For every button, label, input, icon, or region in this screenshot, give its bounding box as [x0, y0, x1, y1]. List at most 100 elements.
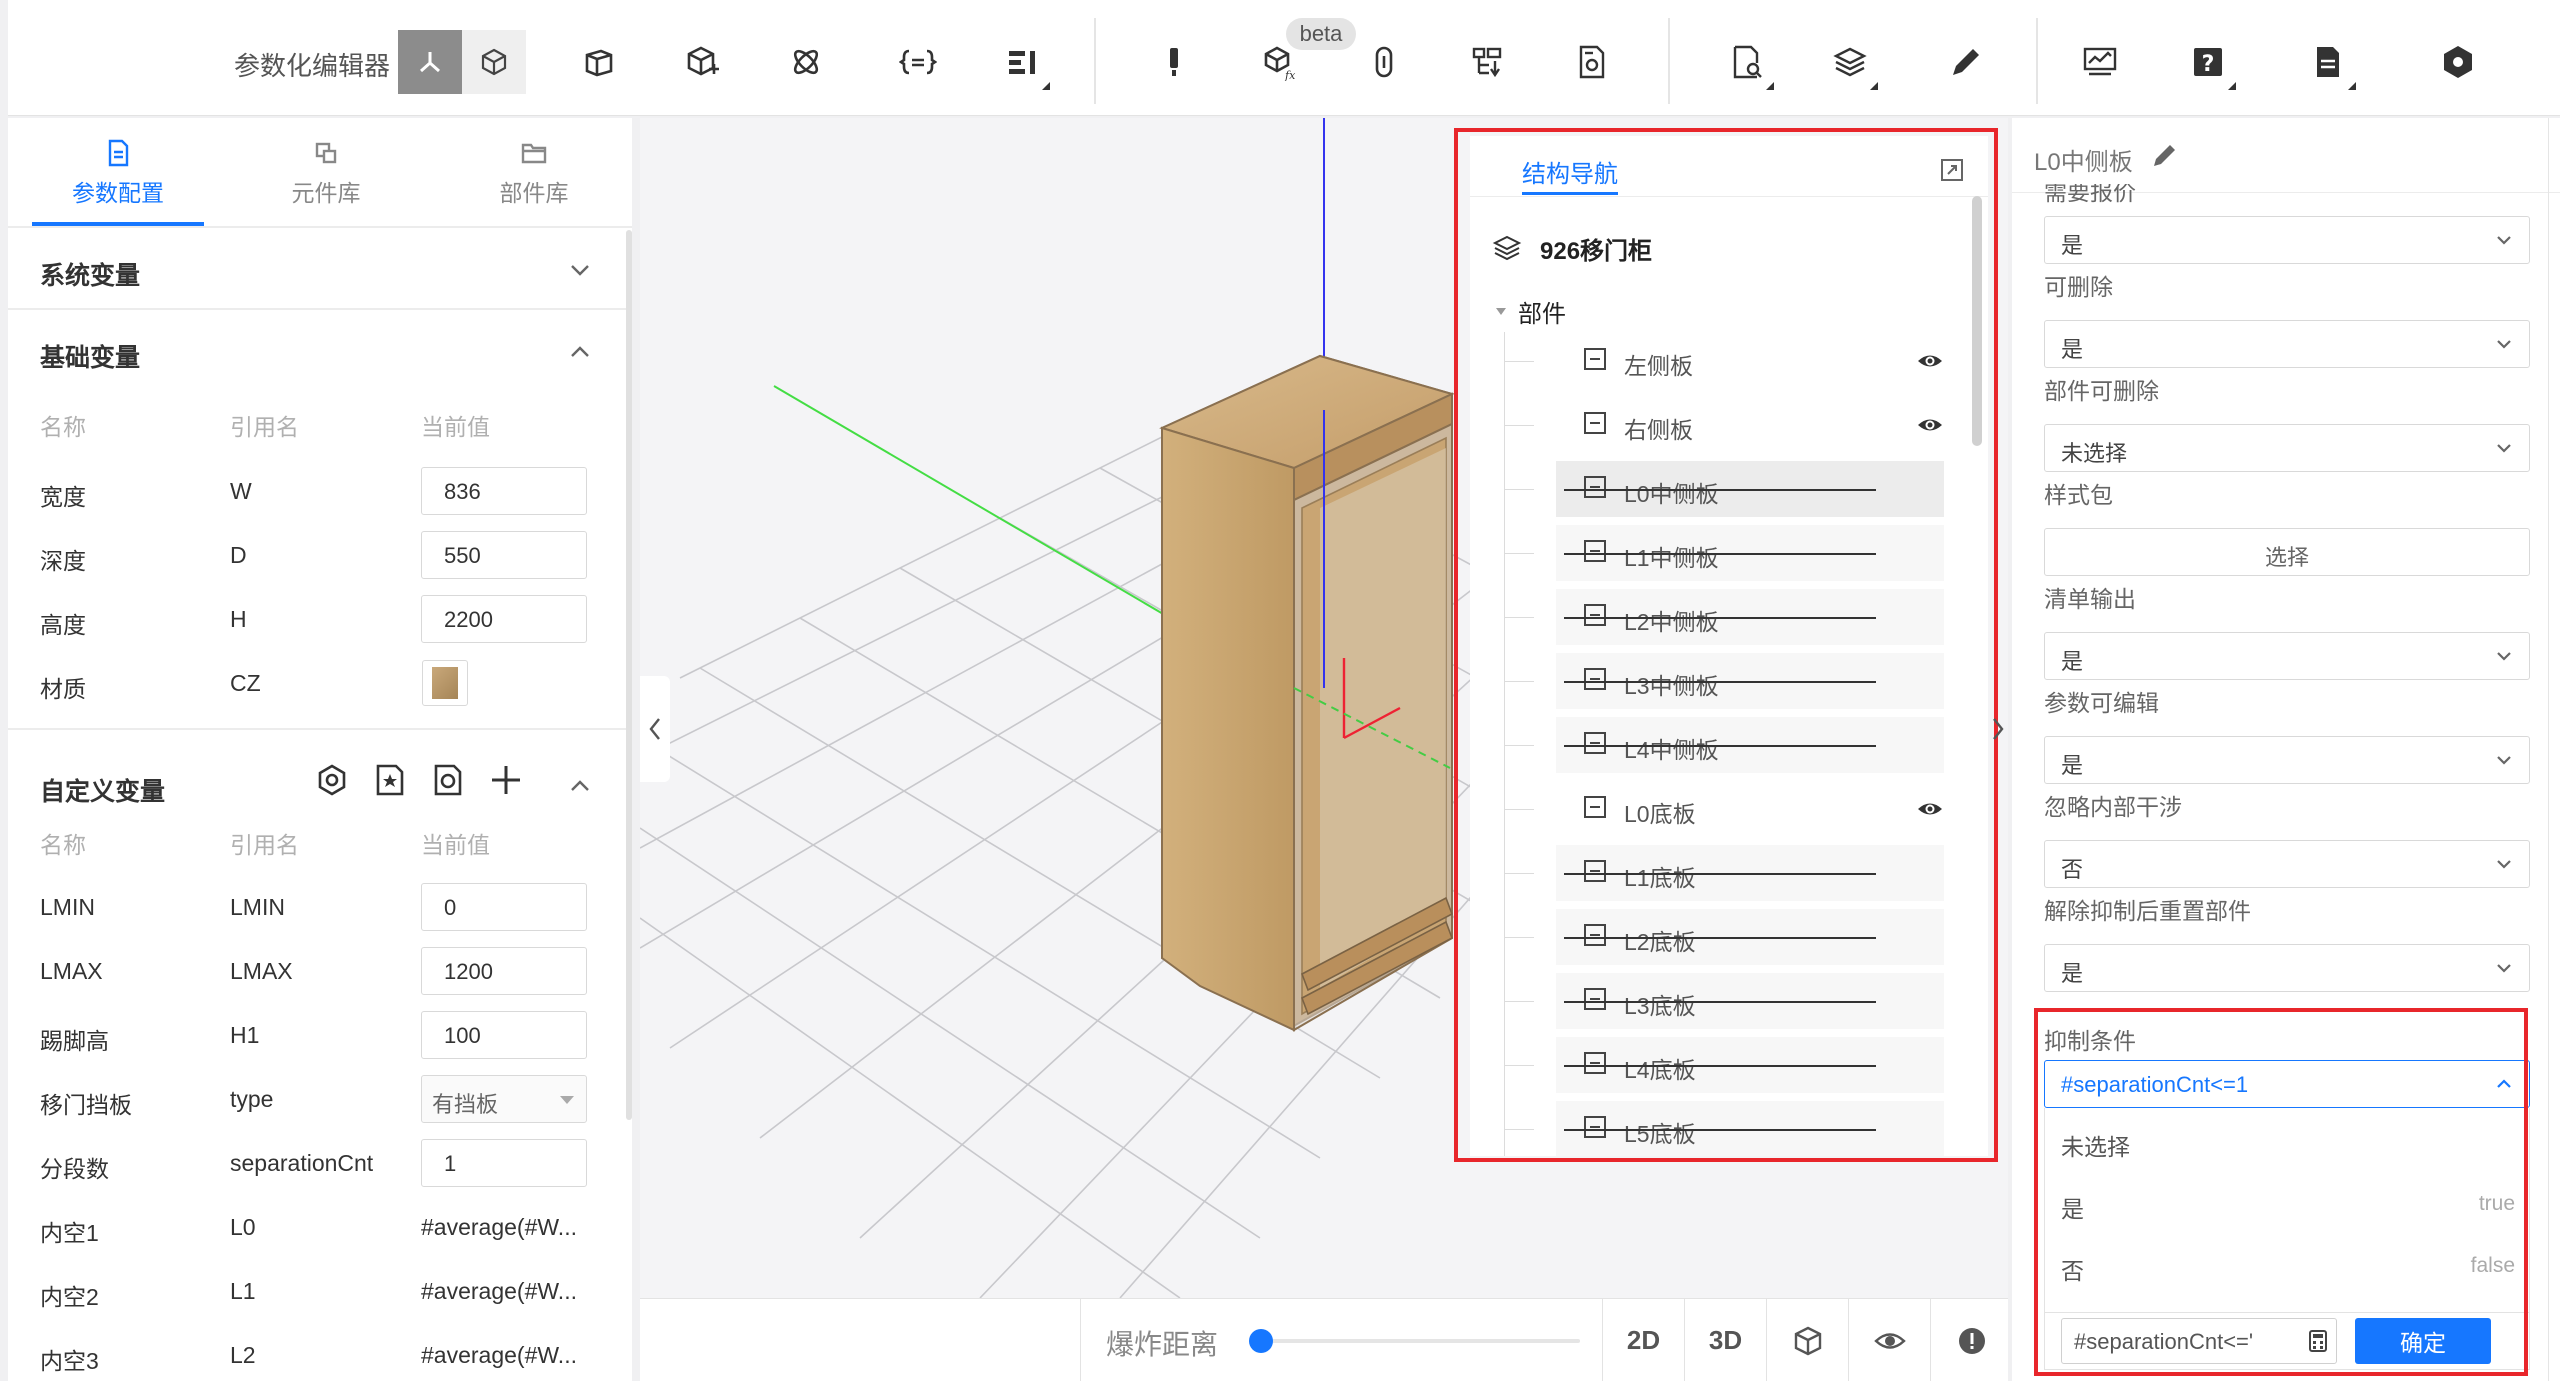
table-row: 内空1 L0 #average(#W...	[8, 1198, 632, 1258]
document-button[interactable]	[2296, 30, 2360, 94]
star-doc-icon[interactable]	[368, 758, 412, 802]
field-select[interactable]: 否	[2044, 840, 2530, 888]
axis-mode-icon	[420, 52, 440, 73]
collapse-left-button[interactable]	[640, 676, 670, 782]
tab-component-lib[interactable]: 元件库	[226, 138, 426, 218]
var-value[interactable]: #average(#W...	[421, 1214, 577, 1241]
caret-down-icon	[560, 1096, 574, 1104]
cube-view-button[interactable]	[1766, 1299, 1848, 1381]
link-button[interactable]	[1352, 30, 1416, 94]
cube-mode-button[interactable]	[462, 30, 526, 94]
explode-slider-track[interactable]	[1260, 1339, 1580, 1343]
var-name: 深度	[40, 548, 86, 574]
style-pack-button[interactable]: 选择	[2044, 528, 2530, 576]
chevron-up-icon[interactable]	[566, 772, 594, 800]
var-name: 内空3	[40, 1348, 99, 1374]
table-row: 踢脚高 H1 100	[8, 1006, 632, 1066]
field-select[interactable]: 未选择	[2044, 424, 2530, 472]
type-select[interactable]: 有挡板	[421, 1075, 587, 1123]
visibility-button[interactable]	[1848, 1299, 1930, 1381]
field-select[interactable]: 是	[2044, 736, 2530, 784]
cabinet-model[interactable]	[1159, 354, 1455, 1032]
left-scrollbar[interactable]	[626, 230, 632, 1120]
h1-input[interactable]: 100	[421, 1011, 587, 1059]
divider	[2548, 118, 2549, 1381]
part-title: L0中侧板	[2034, 149, 2133, 176]
link-icon	[1375, 46, 1393, 78]
target-icon[interactable]	[310, 758, 354, 802]
var-value[interactable]: #average(#W...	[421, 1278, 577, 1305]
view-2d-button[interactable]: 2D	[1602, 1299, 1684, 1381]
explode-slider-handle[interactable]	[1249, 1329, 1273, 1353]
highlight-frame	[2034, 1008, 2528, 1376]
var-ref: L2	[230, 1342, 256, 1368]
monitor-chart-icon	[2083, 47, 2117, 76]
select-value: 是	[2061, 337, 2084, 362]
layout-bars-button[interactable]	[990, 30, 1054, 94]
layout-bars-icon	[1009, 51, 1035, 74]
lmin-input[interactable]: 0	[421, 883, 587, 931]
height-input[interactable]: 2200	[421, 595, 587, 643]
axis-mode-button[interactable]	[398, 30, 462, 94]
width-input[interactable]: 836	[421, 467, 587, 515]
var-name: 宽度	[40, 484, 86, 510]
bracket-code-button[interactable]	[886, 30, 950, 94]
alert-button[interactable]	[1930, 1299, 2012, 1381]
chevron-down-icon	[2497, 340, 2511, 349]
var-ref: L1	[230, 1278, 256, 1304]
atom-button[interactable]	[774, 30, 838, 94]
tab-part-lib[interactable]: 部件库	[434, 138, 632, 218]
box-fx-button[interactable]: fx	[1248, 30, 1312, 94]
table-row: 高度 H 2200	[8, 590, 632, 650]
grid-tree-button[interactable]	[1456, 30, 1520, 94]
pencil-button[interactable]	[1934, 30, 1998, 94]
table-row: 分段数 separationCnt 1	[8, 1134, 632, 1194]
depth-input[interactable]: 550	[421, 531, 587, 579]
collapse-right-button[interactable]	[1984, 676, 2012, 782]
grid-tree-icon	[1472, 47, 1502, 78]
pin-button[interactable]	[1142, 30, 1206, 94]
help-icon: ?	[2194, 48, 2222, 77]
table-row: 内空3 L2 #average(#W...	[8, 1326, 632, 1381]
box-frame-button[interactable]	[566, 30, 630, 94]
chevron-right-icon	[1993, 718, 2004, 740]
field-select[interactable]: 是	[2044, 216, 2530, 264]
var-name: 材质	[40, 676, 86, 702]
field-select[interactable]: 是	[2044, 944, 2530, 992]
separation-cnt-input[interactable]: 1	[421, 1139, 587, 1187]
box-plus-button[interactable]	[670, 30, 734, 94]
box-fx-icon: fx	[1264, 46, 1296, 81]
pencil-icon[interactable]	[2150, 140, 2180, 170]
plus-icon[interactable]	[484, 758, 528, 802]
var-name: 分段数	[40, 1156, 109, 1182]
layers-button[interactable]	[1818, 30, 1882, 94]
section-title: 基础变量	[40, 344, 141, 372]
col-ref: 引用名	[230, 832, 299, 858]
doc-gear-button[interactable]	[1560, 30, 1624, 94]
svg-text:fx: fx	[1284, 69, 1296, 81]
material-swatch[interactable]	[422, 660, 468, 706]
cube-mode-icon	[481, 48, 507, 76]
hexagon-button[interactable]	[2426, 30, 2490, 94]
basic-vars-header[interactable]: 基础变量	[8, 312, 632, 392]
var-name: LMIN	[40, 894, 95, 920]
monitor-chart-button[interactable]	[2068, 30, 2132, 94]
help-button[interactable]: ?	[2176, 30, 2240, 94]
table-row: 深度 D 550	[8, 526, 632, 586]
lmax-input[interactable]: 1200	[421, 947, 587, 995]
tab-param-config[interactable]: 参数配置	[18, 138, 218, 218]
section-title: 自定义变量	[40, 778, 166, 806]
system-vars-header[interactable]: 系统变量	[8, 230, 632, 310]
select-value: 否	[2061, 857, 2084, 882]
select-value: 有挡板	[432, 1092, 499, 1117]
select-value: 是	[2061, 233, 2084, 258]
col-value: 当前值	[421, 832, 490, 858]
field-select[interactable]: 是	[2044, 632, 2530, 680]
var-value[interactable]: #average(#W...	[421, 1342, 577, 1369]
field-label: 参数可编辑	[2044, 690, 2159, 716]
doc-edit-button[interactable]	[1714, 30, 1778, 94]
field-select[interactable]: 是	[2044, 320, 2530, 368]
refresh-doc-icon[interactable]	[426, 758, 470, 802]
table-row: LMIN LMIN 0	[8, 878, 632, 938]
view-3d-button[interactable]: 3D	[1684, 1299, 1766, 1381]
